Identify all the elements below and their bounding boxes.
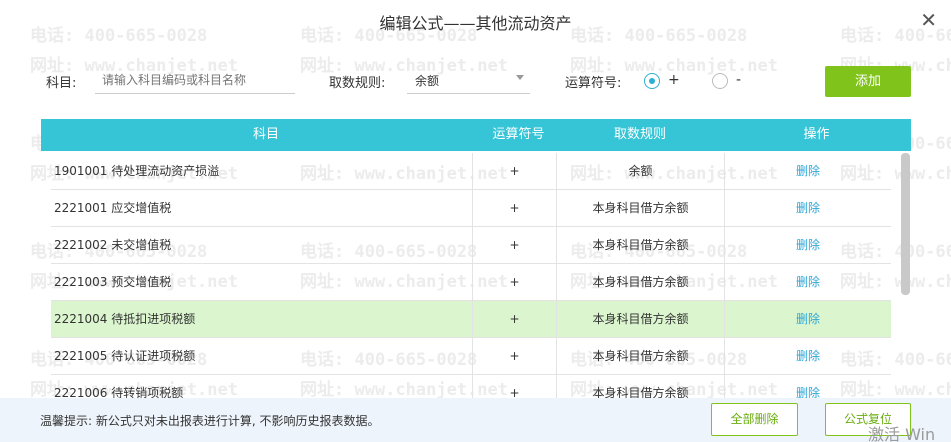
delete-link[interactable]: 删除	[724, 264, 891, 301]
delete-link[interactable]: 删除	[724, 190, 891, 227]
formula-dialog: 电话: 400-665-0028 电话: 400-665-0028 电话: 400-…	[0, 0, 951, 442]
cell-subject: 2221001 应交增值税	[54, 201, 172, 215]
cell-operator: +	[472, 338, 556, 375]
operator-plus-label: +	[668, 72, 680, 88]
operator-minus-radio[interactable]	[712, 73, 728, 89]
cell-subject: 2221005 待认证进项税额	[54, 349, 196, 363]
cell-subject: 2221004 待抵扣进项税额	[54, 312, 196, 326]
add-button[interactable]: 添加	[825, 66, 911, 97]
cell-rule: 本身科目借方余额	[556, 227, 724, 264]
cell-rule: 本身科目借方余额	[556, 264, 724, 301]
table-row[interactable]: 2221006 待转销项税额 + 本身科目借方余额 删除	[51, 375, 891, 398]
cell-subject: 2221006 待转销项税额	[54, 386, 184, 398]
cell-operator: +	[472, 264, 556, 301]
rule-select[interactable]: 余额	[407, 66, 530, 94]
filter-bar: 科目: 取数规则: 余额 运算符号: + - 添加	[0, 66, 951, 97]
chevron-down-icon	[516, 75, 524, 80]
table-row[interactable]: 2221004 待抵扣进项税额 + 本身科目借方余额 删除	[51, 301, 891, 338]
cell-rule: 本身科目借方余额	[556, 375, 724, 398]
header-rule: 取数规则	[613, 127, 666, 142]
table-row[interactable]: 2221003 预交增值税 + 本身科目借方余额 删除	[51, 264, 891, 301]
cell-rule: 余额	[556, 153, 724, 190]
table-body: 1901001 待处理流动资产损溢 + 余额 删除 2221001 应交增值税 + 本身科目…	[51, 153, 891, 398]
table-row[interactable]: 2221005 待认证进项税额 + 本身科目借方余额 删除	[51, 338, 891, 375]
delete-link[interactable]: 删除	[724, 153, 891, 190]
subject-search-input[interactable]	[95, 66, 295, 94]
delete-link[interactable]: 删除	[724, 338, 891, 375]
delete-link[interactable]: 删除	[724, 375, 891, 398]
operator-minus-label: -	[736, 72, 742, 88]
os-activation-watermark: 激活 Win	[868, 425, 936, 442]
cell-operator: +	[472, 301, 556, 338]
operator-plus-radio[interactable]	[644, 73, 660, 89]
cell-subject: 1901001 待处理流动资产损溢	[54, 164, 220, 178]
rule-select-value: 余额	[415, 74, 440, 88]
footer-tip: 温馨提示: 新公式只对未出报表进行计算, 不影响历史报表数据。	[40, 414, 380, 428]
header-subject: 科目	[252, 127, 279, 142]
scrollbar[interactable]	[901, 153, 910, 295]
footer-bar: 温馨提示: 新公式只对未出报表进行计算, 不影响历史报表数据。 全部删除 公式复…	[0, 398, 951, 442]
delete-all-button[interactable]: 全部删除	[711, 403, 798, 436]
cell-rule: 本身科目借方余额	[556, 338, 724, 375]
cell-rule: 本身科目借方余额	[556, 190, 724, 227]
rule-label: 取数规则:	[329, 76, 386, 91]
cell-operator: +	[472, 375, 556, 398]
table-row[interactable]: 1901001 待处理流动资产损溢 + 余额 删除	[51, 153, 891, 190]
table-row[interactable]: 2221001 应交增值税 + 本身科目借方余额 删除	[51, 190, 891, 227]
table-row[interactable]: 2221002 未交增值税 + 本身科目借方余额 删除	[51, 227, 891, 264]
cell-subject: 2221002 未交增值税	[54, 238, 172, 252]
cell-subject: 2221003 预交增值税	[54, 275, 172, 289]
delete-link[interactable]: 删除	[724, 301, 891, 338]
cell-operator: +	[472, 153, 556, 190]
table-header: 科目 运算符号 取数规则 操作	[41, 119, 911, 151]
delete-link[interactable]: 删除	[724, 227, 891, 264]
dialog-title: 编辑公式——其他流动资产	[379, 14, 572, 33]
cell-operator: +	[472, 190, 556, 227]
cell-operator: +	[472, 227, 556, 264]
header-operator: 运算符号	[492, 127, 545, 142]
operator-label: 运算符号:	[565, 76, 622, 91]
subject-label: 科目:	[46, 76, 77, 91]
close-icon[interactable]: ✕	[920, 8, 937, 32]
cell-rule: 本身科目借方余额	[556, 301, 724, 338]
header-action: 操作	[803, 127, 830, 142]
